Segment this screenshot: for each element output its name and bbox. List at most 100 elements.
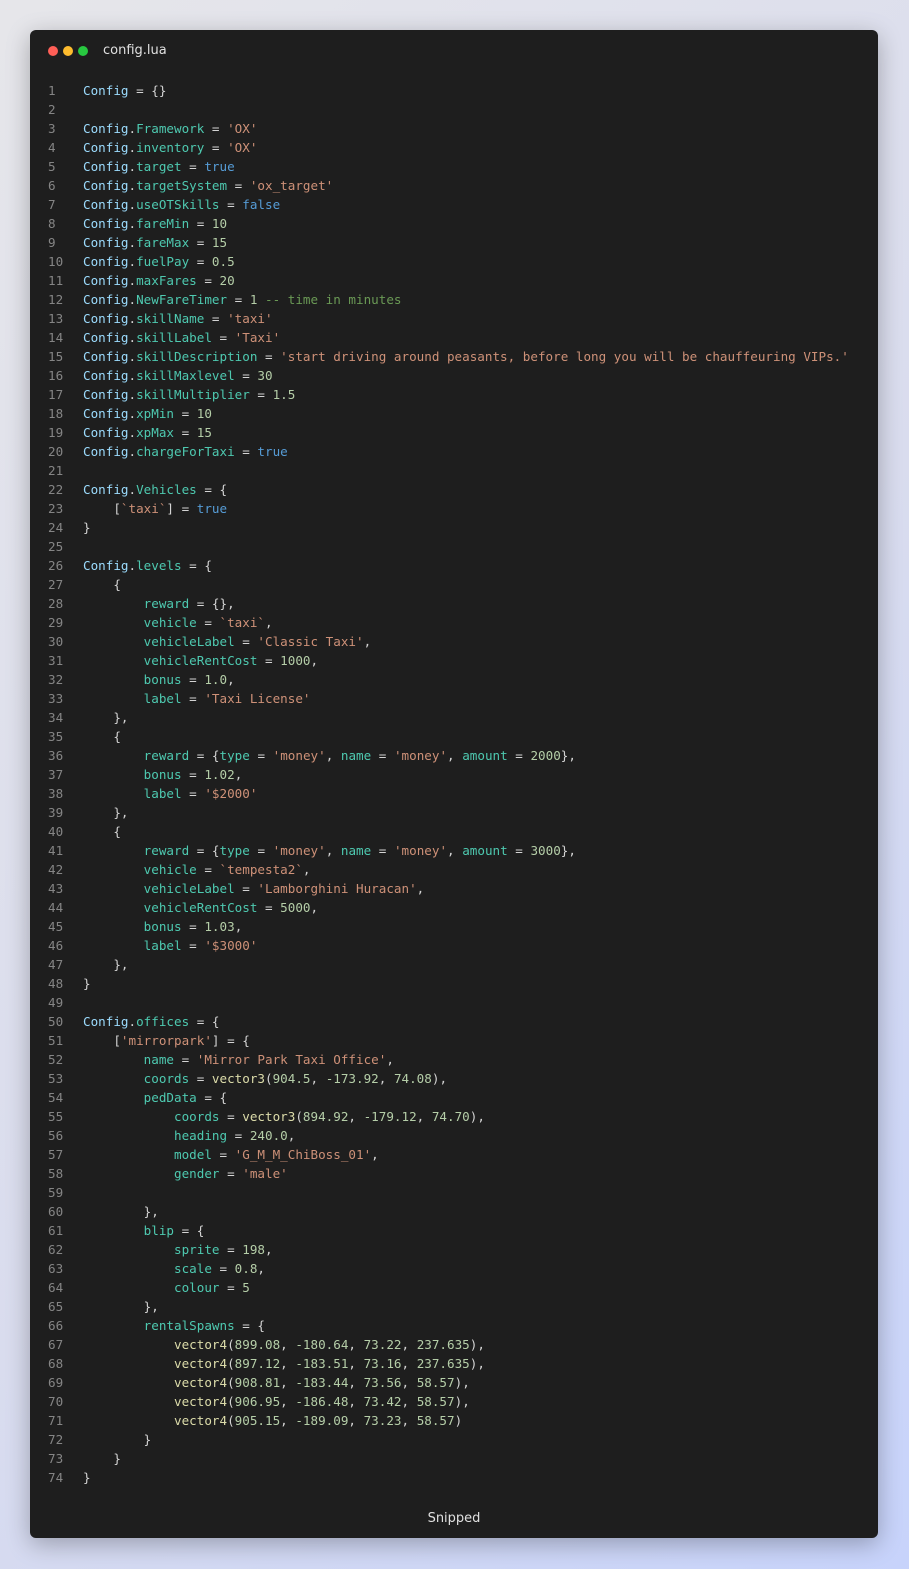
- code-identifier: Config: [83, 558, 129, 573]
- code-number: 0.5: [211, 254, 235, 269]
- code-string: 'Taxi': [234, 330, 281, 345]
- code-punctuation: =: [181, 919, 205, 934]
- line-number: 49: [48, 995, 64, 1010]
- code-punctuation: },: [83, 1299, 159, 1314]
- code-line: 72 }: [30, 1430, 878, 1449]
- code-number: 904.5: [272, 1071, 311, 1086]
- code-keyword: true: [257, 444, 288, 459]
- code-line: 23 [`taxi`] = true: [30, 499, 878, 518]
- line-number: 64: [48, 1280, 64, 1295]
- line-number: 4: [48, 140, 56, 155]
- code-property: fuelPay: [136, 254, 190, 269]
- code-number: 908.81: [234, 1375, 281, 1390]
- code-line: 39 },: [30, 803, 878, 822]
- code-punctuation: },: [83, 805, 129, 820]
- code-punctuation: =: [219, 197, 243, 212]
- code-punctuation: .: [128, 349, 137, 364]
- code-punctuation: =: [204, 121, 228, 136]
- code-line: 27 {: [30, 575, 878, 594]
- line-code: },: [83, 803, 129, 822]
- code-punctuation: =: [234, 368, 258, 383]
- line-number: 45: [48, 919, 64, 934]
- code-punctuation: ,: [325, 748, 341, 763]
- line-number: 54: [48, 1090, 64, 1105]
- code-punctuation: .: [128, 311, 137, 326]
- line-number: 3: [48, 121, 56, 136]
- code-number: 58.57: [416, 1394, 455, 1409]
- file-name: config.lua: [103, 43, 167, 58]
- code-line: 9 Config.fareMax = 15: [30, 233, 878, 252]
- code-keyword: false: [242, 197, 281, 212]
- code-punctuation: .: [128, 292, 137, 307]
- code-number: 2000: [530, 748, 561, 763]
- code-punctuation: ,: [234, 767, 243, 782]
- code-function: vector3: [211, 1071, 265, 1086]
- code-identifier: Config: [83, 197, 129, 212]
- code-punctuation: ,: [280, 1337, 296, 1352]
- line-code: }: [83, 1468, 91, 1487]
- code-line: 44 vehicleRentCost = 5000,: [30, 898, 878, 917]
- line-code: Config.skillMultiplier = 1.5: [83, 385, 295, 404]
- line-code: }: [83, 518, 91, 537]
- code-function: vector4: [174, 1394, 228, 1409]
- minimize-window-button[interactable]: [63, 46, 73, 56]
- code-punctuation: = {: [181, 558, 212, 573]
- line-code: label = '$3000': [83, 936, 258, 955]
- code-punctuation: [83, 1052, 144, 1067]
- code-punctuation: = {: [174, 1223, 205, 1238]
- line-number: 73: [48, 1451, 64, 1466]
- code-punctuation: =: [196, 273, 220, 288]
- code-property: vehicleRentCost: [143, 900, 258, 915]
- code-line: 60 },: [30, 1202, 878, 1221]
- line-code: Config.Framework = 'OX': [83, 119, 257, 138]
- line-number: 71: [48, 1413, 64, 1428]
- code-punctuation: =: [204, 311, 228, 326]
- code-property: scale: [174, 1261, 212, 1276]
- line-number: 35: [48, 729, 64, 744]
- code-punctuation: =: [249, 843, 273, 858]
- line-code: bonus = 1.03,: [83, 917, 243, 936]
- code-punctuation: =: [211, 1261, 235, 1276]
- line-code: }: [83, 1449, 121, 1468]
- line-number: 24: [48, 520, 64, 535]
- code-area[interactable]: 1 Config = {} 2 3 Config.Framework = 'OX' 4 Co…: [30, 81, 878, 1487]
- maximize-window-button[interactable]: [78, 46, 88, 56]
- line-number: 1: [48, 83, 56, 98]
- code-line: 45 bonus = 1.03,: [30, 917, 878, 936]
- code-function: vector4: [174, 1413, 228, 1428]
- code-identifier: Config: [83, 292, 129, 307]
- line-code: Config = {}: [83, 81, 166, 100]
- code-line: 68 vector4(897.12, -183.51, 73.16, 237.6…: [30, 1354, 878, 1373]
- line-code: label = '$2000': [83, 784, 258, 803]
- code-punctuation: = {: [189, 748, 220, 763]
- code-punctuation: =: [507, 748, 531, 763]
- code-punctuation: =: [219, 1242, 243, 1257]
- code-number: -186.48: [295, 1394, 349, 1409]
- line-number: 31: [48, 653, 64, 668]
- code-property: label: [143, 691, 182, 706]
- line-number: 30: [48, 634, 64, 649]
- code-number: 3000: [530, 843, 561, 858]
- code-property: name: [340, 748, 372, 763]
- code-line: 48}: [30, 974, 878, 993]
- code-string: 'OX': [227, 121, 258, 136]
- line-number: 58: [48, 1166, 64, 1181]
- code-punctuation: ,: [302, 862, 311, 877]
- code-property: skillDescription: [136, 349, 258, 364]
- code-line: 18 Config.xpMin = 10: [30, 404, 878, 423]
- line-number: 14: [48, 330, 64, 345]
- code-line: 31 vehicleRentCost = 1000,: [30, 651, 878, 670]
- code-punctuation: [83, 1280, 174, 1295]
- code-line: 65 },: [30, 1297, 878, 1316]
- code-identifier: Config: [83, 368, 129, 383]
- code-punctuation: [83, 900, 144, 915]
- code-identifier: Config: [83, 444, 129, 459]
- line-code: vector4(908.81, -183.44, 73.56, 58.57),: [83, 1373, 470, 1392]
- code-punctuation: (: [227, 1394, 235, 1409]
- close-window-button[interactable]: [48, 46, 58, 56]
- code-punctuation: [83, 881, 144, 896]
- code-number: -183.44: [295, 1375, 349, 1390]
- code-punctuation: ,: [348, 1109, 364, 1124]
- code-punctuation: =: [234, 444, 258, 459]
- line-code: {: [83, 822, 121, 841]
